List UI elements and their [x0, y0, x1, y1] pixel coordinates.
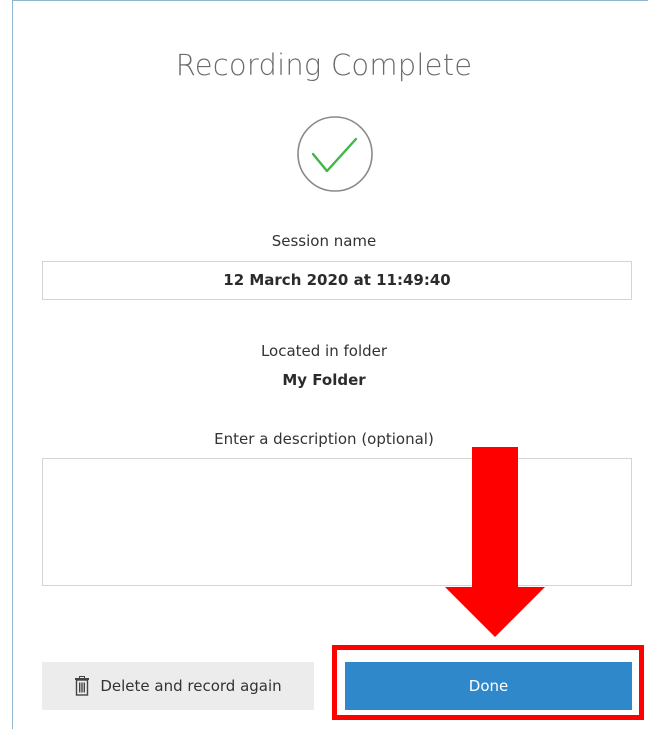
- folder-name: My Folder: [282, 371, 366, 389]
- description-label: Enter a description (optional): [214, 430, 434, 448]
- dialog-title: Recording Complete: [175, 48, 473, 82]
- done-button[interactable]: Done: [345, 662, 632, 710]
- trash-icon: [75, 676, 90, 696]
- folder-label: Located in folder: [260, 342, 388, 360]
- delete-and-record-again-button[interactable]: Delete and record again: [42, 662, 314, 710]
- red-arrow-annotation: [445, 447, 545, 637]
- success-check-icon: [297, 116, 373, 192]
- session-name-label: Session name: [271, 232, 377, 250]
- recording-complete-dialog: [12, 0, 648, 729]
- delete-button-label: Delete and record again: [100, 677, 282, 695]
- session-name-field[interactable]: 12 March 2020 at 11:49:40: [42, 261, 632, 300]
